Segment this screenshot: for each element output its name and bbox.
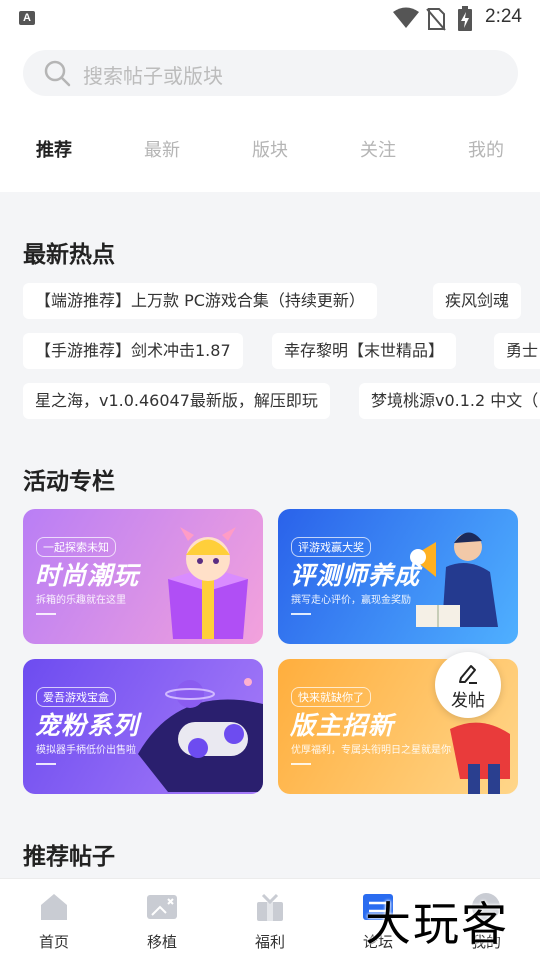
search-placeholder: 搜索帖子或版块 (83, 64, 223, 88)
notification-a-icon: A (19, 11, 35, 25)
banner-tag: 评游戏赢大奖 (291, 537, 371, 557)
banner-subtitle: 拆箱的乐趣就在这里 (36, 595, 126, 606)
tab-recommended[interactable]: 推荐 (36, 136, 72, 162)
hot-chip[interactable]: 梦境桃源v0.1.2 中文（ (359, 383, 540, 419)
new-post-label: 发帖 (451, 691, 485, 711)
nav-home[interactable]: 首页 (0, 879, 108, 960)
banner-headline: 版主招新 (290, 711, 395, 740)
nav-port[interactable]: 移植 (108, 879, 216, 960)
category-tabs: 推荐 最新 版块 关注 我的 (0, 136, 540, 166)
banner-headline: 时尚潮玩 (35, 561, 140, 590)
nav-label: 福利 (254, 933, 285, 951)
banner-subtitle: 撰写走心评价，赢现金奖励 (291, 595, 411, 606)
top-header: 搜索帖子或版块 推荐 最新 版块 关注 我的 (0, 36, 540, 192)
no-sim-icon (426, 8, 446, 31)
person-illustration (450, 722, 510, 794)
banner-divider (36, 613, 56, 615)
activity-section-title: 活动专栏 (23, 469, 115, 495)
search-input[interactable]: 搜索帖子或版块 (23, 50, 518, 96)
banner-divider (291, 613, 311, 615)
banner-subtitle: 优厚福利，专属头衔明日之星就是你 (291, 745, 451, 756)
nav-label: 移植 (146, 933, 177, 951)
wifi-icon (393, 7, 419, 28)
banner-divider (291, 763, 311, 765)
new-post-button[interactable]: 发帖 (435, 652, 501, 718)
tab-mine[interactable]: 我的 (468, 136, 504, 162)
status-bar: A 2:24 (0, 0, 540, 36)
hot-chip[interactable]: 星之海，v1.0.46047最新版，解压即玩 (23, 383, 330, 419)
banner-tag: 快来就缺你了 (291, 687, 371, 707)
blind-box-illustration (168, 527, 248, 639)
megaphone-illustration (410, 532, 498, 627)
banner-trendy-toys[interactable]: 一起探索未知 时尚潮玩 拆箱的乐趣就在这里 (23, 509, 263, 644)
banner-headline: 宠粉系列 (35, 711, 140, 740)
gamepad-planet-illustration (138, 678, 263, 792)
banner-tag: 一起探索未知 (36, 537, 116, 557)
banner-headline: 评测师养成 (290, 561, 421, 590)
banner-divider (36, 763, 56, 765)
hot-chip[interactable]: 勇士 (494, 333, 540, 369)
gift-icon (257, 893, 283, 921)
status-time: 2:24 (485, 6, 522, 27)
banner-tag: 爱吾游戏宝盒 (36, 687, 116, 707)
tab-latest[interactable]: 最新 (144, 136, 180, 162)
search-icon (44, 60, 71, 87)
nav-welfare[interactable]: 福利 (216, 879, 324, 960)
recommended-section-title: 推荐帖子 (23, 844, 115, 870)
banner-fan-series[interactable]: 爱吾游戏宝盒 宠粉系列 模拟器手柄低价出售啦 (23, 659, 263, 794)
tab-following[interactable]: 关注 (360, 136, 396, 162)
hot-chip[interactable]: 【端游推荐】上万款 PC游戏合集（持续更新） (23, 283, 377, 319)
gamepad-icon (147, 895, 177, 919)
watermark-logo: 大玩客 (365, 897, 509, 951)
hot-chip[interactable]: 幸存黎明【末世精品】 (272, 333, 457, 369)
hot-chip[interactable]: 【手游推荐】剑术冲击1.87 (23, 333, 243, 369)
banner-reviewer[interactable]: 评游戏赢大奖 评测师养成 撰写走心评价，赢现金奖励 (278, 509, 518, 644)
banner-subtitle: 模拟器手柄低价出售啦 (36, 745, 136, 756)
battery-charging-icon (458, 6, 472, 31)
nav-label: 首页 (38, 933, 69, 951)
home-icon (41, 894, 67, 920)
hot-section-title: 最新热点 (23, 242, 115, 268)
hot-chip[interactable]: 疾风剑魂 (433, 283, 522, 319)
tab-boards[interactable]: 版块 (252, 136, 288, 162)
pen-icon (459, 665, 477, 684)
